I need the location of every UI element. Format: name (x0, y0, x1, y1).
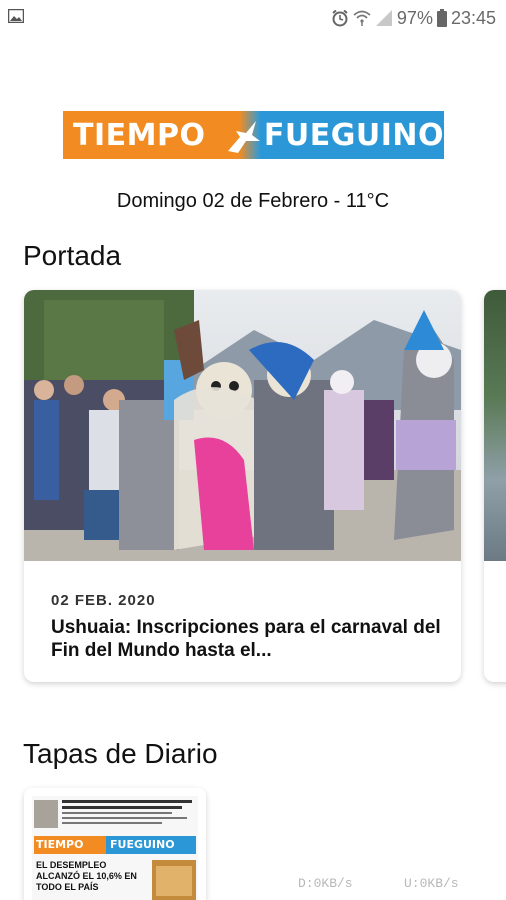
wifi-icon (353, 10, 371, 26)
news-card-next-image (484, 290, 506, 561)
news-card-title: Ushuaia: Inscripciones para el carnaval … (51, 617, 441, 661)
battery-icon (436, 9, 447, 27)
app-logo: TIEMPO FUEGUINO (63, 111, 444, 159)
alarm-icon (332, 9, 348, 27)
section-title-portada: Portada (23, 240, 122, 271)
date-weather: Domingo 02 de Febrero - 11°C (116, 190, 390, 212)
logo-bird-icon (225, 111, 260, 159)
clock: 23:45 (450, 7, 496, 28)
news-card[interactable]: 02 FEB. 2020 Ushuaia: Inscripciones para… (24, 290, 461, 682)
logo-text-left: TIEMPO (63, 111, 226, 159)
newspaper-top-stories (34, 800, 192, 828)
section-title-tapas: Tapas de Diario (23, 738, 218, 769)
signal-icon (375, 10, 392, 26)
news-card-image (24, 290, 461, 561)
netspeed-down: D:0KB/s (298, 876, 353, 891)
newspaper-headline: EL DESEMPLEO ALCANZÓ EL 10,6% EN TODO EL… (36, 860, 137, 892)
newspaper-photo (152, 860, 196, 900)
news-card-date: 02 FEB. 2020 (51, 592, 156, 609)
newspaper-logo-right: FUEGUINO (106, 836, 196, 854)
news-card-next[interactable] (484, 290, 506, 682)
logo-text-right: FUEGUINO (259, 111, 444, 159)
netspeed-up: U:0KB/s (404, 876, 459, 891)
newspaper-logo-left: TIEMPO (34, 836, 106, 854)
newspaper-cover[interactable]: TIEMPO FUEGUINO EL DESEMPLEO ALCANZÓ EL … (24, 788, 206, 900)
status-bar: 97% 23:45 (0, 0, 506, 36)
battery-percent: 97% (396, 7, 433, 28)
status-icons: 97% 23:45 (331, 7, 496, 29)
newspaper-cover-page: TIEMPO FUEGUINO EL DESEMPLEO ALCANZÓ EL … (32, 796, 198, 900)
image-icon (8, 9, 24, 23)
newspaper-logo: TIEMPO FUEGUINO (34, 836, 196, 854)
